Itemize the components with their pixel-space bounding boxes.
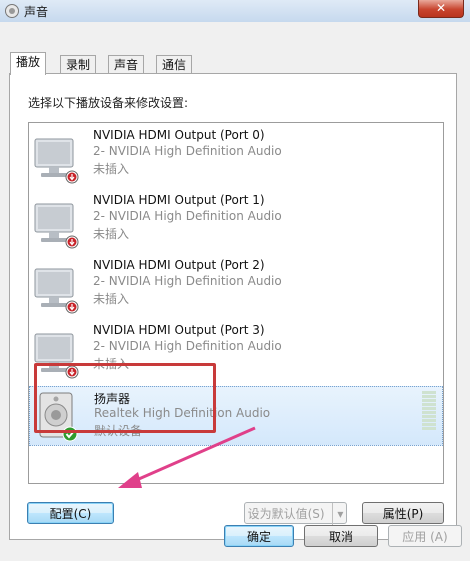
properties-button[interactable]: 属性(P): [362, 502, 444, 524]
ok-button[interactable]: 确定: [224, 525, 294, 547]
cancel-button[interactable]: 取消: [304, 525, 378, 547]
monitor-icon: [34, 138, 79, 184]
window-title: 声音: [24, 5, 49, 19]
device-status: 未插入: [93, 227, 130, 241]
dropdown-arrow-icon[interactable]: ▾: [332, 503, 343, 525]
device-description: 2- NVIDIA High Definition Audio: [93, 339, 282, 353]
set-default-label: 设为默认值(S): [247, 507, 325, 521]
speaker-app-icon: [5, 4, 19, 18]
device-item-hdmi-port-1[interactable]: NVIDIA HDMI Output (Port 1) 2- NVIDIA Hi…: [29, 190, 441, 252]
device-name: NVIDIA HDMI Output (Port 3): [93, 323, 265, 337]
tab-communications[interactable]: 通信: [156, 55, 193, 74]
monitor-icon: [34, 203, 79, 249]
device-description: 2- NVIDIA High Definition Audio: [93, 274, 282, 288]
device-name: NVIDIA HDMI Output (Port 0): [93, 128, 265, 142]
set-default-button[interactable]: 设为默认值(S) ▾: [244, 502, 347, 525]
annotation-arrow-icon: [118, 426, 256, 488]
device-item-hdmi-port-0[interactable]: NVIDIA HDMI Output (Port 0) 2- NVIDIA Hi…: [29, 125, 441, 187]
device-item-hdmi-port-2[interactable]: NVIDIA HDMI Output (Port 2) 2- NVIDIA Hi…: [29, 255, 441, 317]
instruction-text: 选择以下播放设备来修改设置:: [28, 96, 189, 110]
tab-recording[interactable]: 录制: [60, 55, 97, 74]
device-description: 2- NVIDIA High Definition Audio: [93, 209, 282, 223]
close-button[interactable]: ✕: [418, 0, 464, 18]
configure-button[interactable]: 配置(C): [27, 502, 114, 524]
title-bar[interactable]: 声音 ✕: [0, 0, 470, 22]
tab-sounds[interactable]: 声音: [108, 55, 145, 74]
device-status: 未插入: [93, 292, 130, 306]
tab-playback[interactable]: 播放: [10, 52, 47, 75]
device-description: 2- NVIDIA High Definition Audio: [93, 144, 282, 158]
volume-level-meter: [422, 391, 436, 431]
device-name: NVIDIA HDMI Output (Port 1): [93, 193, 265, 207]
apply-button[interactable]: 应用 (A): [388, 525, 462, 547]
device-name: NVIDIA HDMI Output (Port 2): [93, 258, 265, 272]
monitor-icon: [34, 268, 79, 314]
device-status: 未插入: [93, 162, 130, 176]
